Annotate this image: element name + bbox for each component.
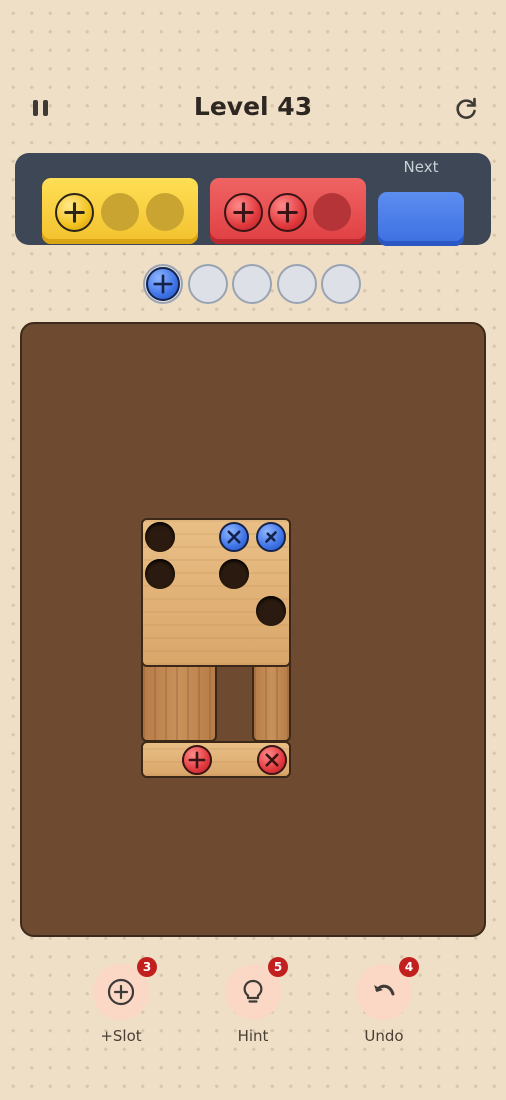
blue-screw[interactable] (256, 522, 286, 552)
next-box-blue (378, 192, 464, 246)
screw-hole (145, 559, 175, 589)
right-post-plank[interactable] (252, 658, 291, 742)
red-box-empty-slot (313, 193, 351, 231)
add-slot-label: +Slot (100, 1027, 142, 1045)
hint-label: Hint (237, 1027, 269, 1045)
holding-slot (232, 264, 272, 304)
holding-slot (188, 264, 228, 304)
yellow-screw (55, 193, 94, 232)
restart-icon (456, 97, 476, 119)
next-label: Next (403, 158, 439, 176)
lightbulb-icon (243, 979, 263, 1003)
blue-screw[interactable] (219, 522, 249, 552)
red-screw[interactable] (257, 745, 287, 775)
blue-screw[interactable] (146, 267, 180, 301)
yellow-box-empty-slot (146, 193, 184, 231)
red-screw (224, 193, 263, 232)
yellow-box-empty-slot (101, 193, 139, 231)
red-screw (268, 193, 307, 232)
screw-hole (219, 559, 249, 589)
red-screw[interactable] (182, 745, 212, 775)
add-slot-count-badge: 3 (137, 957, 157, 977)
undo-count-badge: 4 (399, 957, 419, 977)
restart-button[interactable] (453, 96, 479, 122)
holding-slot (277, 264, 317, 304)
holding-slot (321, 264, 361, 304)
undo-label: Undo (364, 1027, 404, 1045)
plus-circle-icon (107, 978, 135, 1006)
hint-count-badge: 5 (268, 957, 288, 977)
left-post-plank[interactable] (141, 658, 217, 742)
screw-hole (145, 522, 175, 552)
screw-hole (256, 596, 286, 626)
level-title: Level 43 (193, 92, 313, 121)
undo-icon (374, 984, 395, 996)
